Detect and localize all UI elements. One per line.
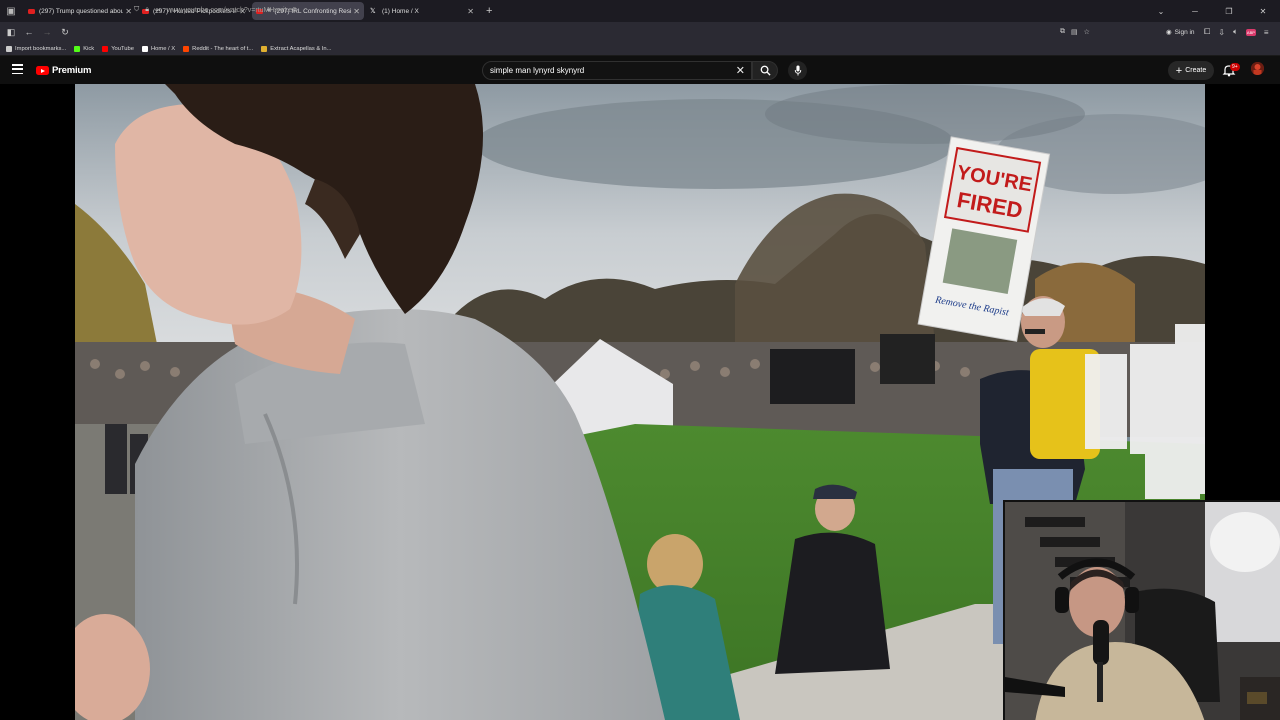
minimize-button[interactable]: ─ [1178, 7, 1212, 16]
plus-icon: + [1175, 64, 1183, 77]
notification-count-badge: 9+ [1230, 63, 1240, 71]
tab-title: (297) Trump questioned about [39, 7, 124, 15]
tab-close-icon[interactable]: ✕ [125, 7, 132, 16]
restore-button[interactable]: ❐ [1212, 7, 1246, 16]
reload-button[interactable]: ↻ [56, 27, 74, 38]
reader-view-icon[interactable]: ▤ [1071, 28, 1078, 36]
search-button[interactable] [752, 61, 778, 80]
url-bar[interactable]: ⛉ 🔒︎ ⇌ www.youtube.com/watch?v=rtuMHwviL… [134, 2, 1074, 18]
voice-search-button[interactable] [788, 61, 807, 80]
picture-in-picture-icon[interactable]: ⧉ [1060, 28, 1065, 36]
url-text: www.youtube.com/watch?v=rtuMHwviLe0 [166, 6, 297, 14]
tab-list-icon[interactable]: ▣ [0, 0, 22, 22]
bookmark-label: Kick [83, 45, 95, 52]
bookmark-label: Home / X [150, 45, 176, 52]
sign-in-label: Sign in [1174, 28, 1195, 36]
back-button[interactable]: ← [20, 27, 38, 37]
create-label: Create [1185, 67, 1207, 74]
youtube-play-logo-icon [36, 66, 49, 75]
reddit-icon [183, 45, 190, 52]
adblock-extension-icon[interactable]: ABP [1245, 28, 1256, 36]
forward-button[interactable]: → [38, 27, 56, 37]
window-controls: ⌄ ─ ❐ ✕ [1144, 0, 1280, 22]
app-menu-icon[interactable]: ≡ [1264, 28, 1269, 37]
search-input[interactable] [490, 66, 730, 75]
bookmark-item[interactable]: Home / X [141, 45, 176, 52]
webcam-frame [1005, 502, 1280, 720]
search-box: ✕ [482, 61, 752, 80]
bookmarks-bar: Import bookmarks... Kick YouTube Home / X Re… [0, 42, 1280, 56]
import-icon [6, 45, 12, 52]
bookmark-label: Extract Acapellas & In... [270, 45, 332, 52]
bookmark-item[interactable]: Kick [74, 45, 95, 52]
kick-icon [74, 45, 81, 52]
bookmark-item[interactable]: Import bookmarks... [6, 45, 67, 52]
bookmark-label: Reddit - The heart of t... [192, 45, 254, 52]
shield-icon[interactable]: ⛉ [134, 6, 139, 14]
sign-in-button[interactable]: ◉ Sign in [1166, 22, 1195, 42]
permissions-icon[interactable]: ⇌ [155, 6, 161, 14]
url-actions: ⧉ ▤ ☆ [1060, 22, 1090, 42]
bookmark-label: YouTube [111, 45, 134, 52]
extensions-puzzle-icon[interactable]: ⧠ [1204, 27, 1210, 37]
youtube-icon [102, 45, 109, 52]
lock-icon[interactable]: 🔒︎ [145, 6, 149, 14]
avatar-image [1251, 62, 1264, 75]
youtube-premium-logo[interactable]: Premium [36, 65, 91, 76]
account-icon: ◉ [1166, 29, 1172, 36]
search-icon [760, 65, 771, 76]
browser-tab[interactable]: (297) Trump questioned about ✕ [24, 2, 136, 20]
bookmark-item[interactable]: Extract Acapellas & In... [261, 45, 332, 52]
microphone-icon [794, 65, 801, 76]
youtube-header: Premium ✕ + Create [0, 56, 1280, 84]
tab-overflow-chevron-icon[interactable]: ⌄ [1144, 7, 1178, 16]
youtube-icon [28, 8, 35, 14]
logo-text: Premium [52, 65, 92, 76]
clear-search-icon[interactable]: ✕ [736, 64, 745, 77]
audio-icon[interactable]: 🔈︎ [1233, 27, 1238, 37]
toolbar-extensions: ⧠ ⇩ 🔈︎ ABP ≡ [1204, 22, 1269, 42]
bookmark-star-icon[interactable]: ☆ [1084, 28, 1090, 36]
account-avatar[interactable] [1251, 62, 1264, 75]
close-window-button[interactable]: ✕ [1246, 7, 1280, 16]
bookmark-item[interactable]: YouTube [102, 45, 134, 52]
download-icon[interactable]: ⇩ [1218, 28, 1225, 37]
x-icon [141, 45, 148, 52]
create-button[interactable]: + Create [1168, 61, 1214, 80]
streamer-webcam [1003, 500, 1280, 720]
guide-menu-icon[interactable] [12, 64, 23, 74]
bookmark-label: Import bookmarks... [15, 45, 67, 52]
bookmark-item[interactable]: Reddit - The heart of t... [183, 45, 254, 52]
sidebar-toggle-icon[interactable]: ◧ [2, 27, 20, 38]
folder-icon [261, 45, 268, 52]
